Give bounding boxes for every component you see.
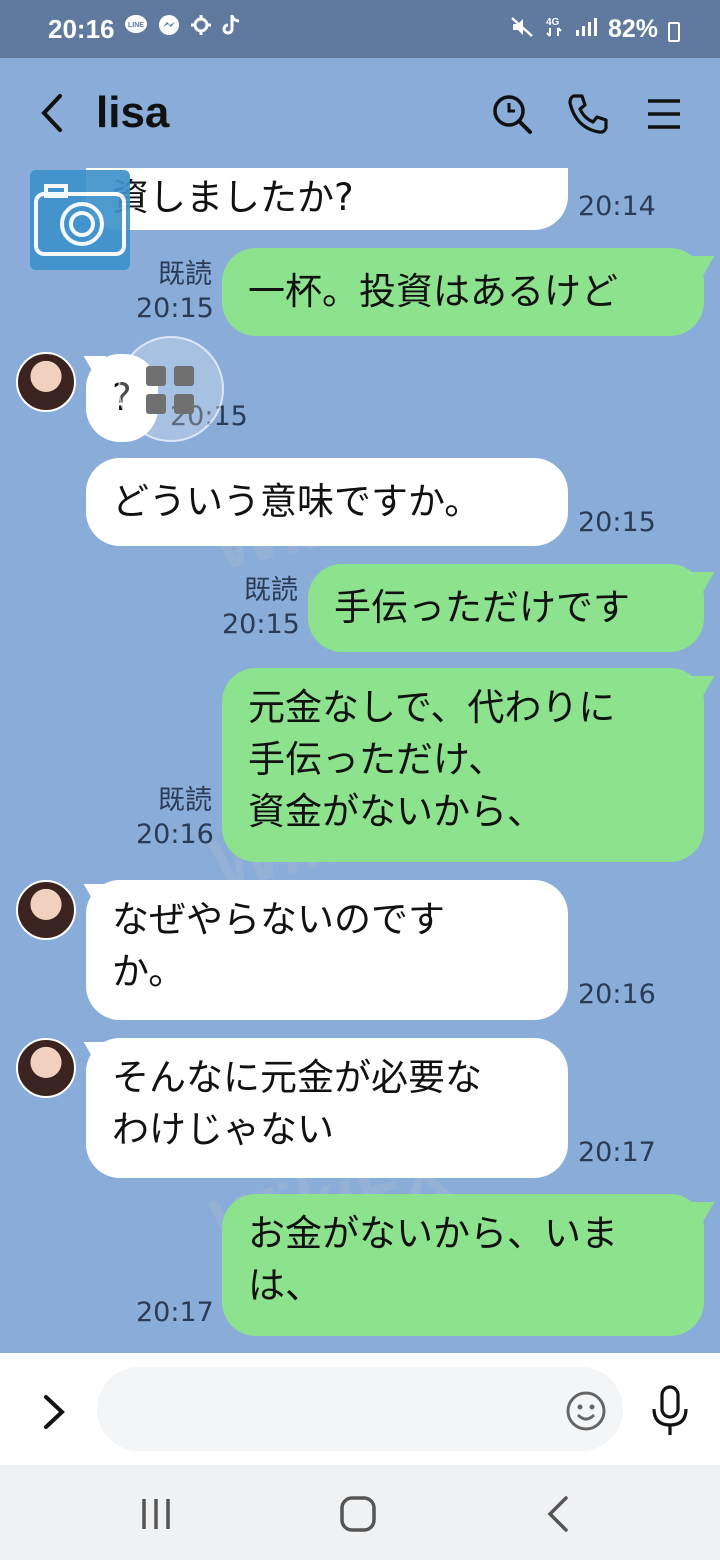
read-receipt: 既読 [244,575,298,606]
message-bubble[interactable]: 手伝っただけです [308,564,704,652]
expand-button[interactable] [34,1387,74,1437]
grid-icon [146,366,194,414]
avatar[interactable] [16,880,76,940]
message-bubble[interactable]: 一杯。投資はあるけど [222,248,704,336]
message-meta: 既読 20:15 [136,258,214,326]
message-time: 20:17 [578,1137,656,1168]
message-meta: 既読 20:15 [222,574,300,642]
mute-icon [510,14,534,45]
message-bubble[interactable]: そんなに元金が必要な わけじゃない [86,1038,568,1178]
read-receipt: 既読 [158,259,212,290]
chat-title: lisa [96,88,170,137]
message-time: 20:15 [222,608,300,640]
menu-button[interactable] [642,92,686,136]
back-icon [41,94,62,132]
home-button[interactable] [328,1491,388,1537]
message-meta: 既読 20:16 [136,784,214,852]
chat-header: lisa [0,58,720,168]
chevron-right-icon [44,1395,65,1429]
system-nav-bar [0,1465,720,1560]
camera-button[interactable] [30,170,130,270]
tiktok-icon [222,14,242,42]
voice-button[interactable] [648,1383,692,1439]
message-bubble[interactable]: 元金なしで、代わりに 手伝っただけ、 資金がないから、 [222,668,704,862]
svg-text:4G: 4G [546,17,560,28]
message-time: 20:15 [578,507,656,538]
back-nav-button[interactable] [530,1491,590,1537]
message-bubble[interactable]: 資しましたか? [86,168,568,230]
settings-icon [190,14,212,42]
message-bubble[interactable]: お金がないから、いま は、 [222,1194,704,1336]
menu-icon [648,99,680,129]
messenger-icon [158,14,180,42]
floating-menu-button[interactable] [118,336,224,442]
chat-area[interactable]: WikiFX WikiFX WikiFX WikiFX 資しましたか? 20:1… [0,168,720,1353]
camera-icon [34,184,126,256]
read-receipt: 既読 [158,785,212,816]
search-button[interactable] [490,92,534,136]
emoji-button[interactable] [564,1389,608,1433]
svg-text:LINE: LINE [128,22,144,29]
battery-icon [668,21,680,42]
back-button[interactable] [34,88,74,138]
avatar[interactable] [16,352,76,412]
phone-icon [568,94,608,134]
line-icon: LINE [124,14,148,42]
avatar[interactable] [16,1038,76,1098]
message-time: 20:15 [136,292,214,324]
emoji-icon [566,1391,606,1431]
status-right-icons: 4G 82% [510,14,680,45]
recent-apps-button[interactable] [126,1491,186,1537]
status-bar: 20:16 LINE 4G 82% [0,0,720,58]
message-input[interactable] [97,1367,623,1451]
message-bubble[interactable]: どういう意味ですか。 [86,458,568,546]
recent-apps-icon [142,1499,170,1529]
microphone-icon [652,1385,688,1435]
4g-icon: 4G [544,14,564,45]
signal-icon [574,14,598,45]
message-time: 20:16 [578,979,656,1010]
message-input-bar [0,1353,720,1465]
message-time: 20:17 [136,1297,214,1328]
message-bubble[interactable]: なぜやらないのです か。 [86,880,568,1020]
status-time: 20:16 [48,14,115,44]
home-icon [340,1496,376,1532]
back-nav-icon [547,1496,568,1532]
search-icon [493,95,532,134]
message-time: 20:16 [136,818,214,850]
battery-percent: 82% [607,15,658,43]
status-left-icons: LINE [124,14,242,42]
call-button[interactable] [566,92,610,136]
message-time: 20:14 [578,191,656,222]
